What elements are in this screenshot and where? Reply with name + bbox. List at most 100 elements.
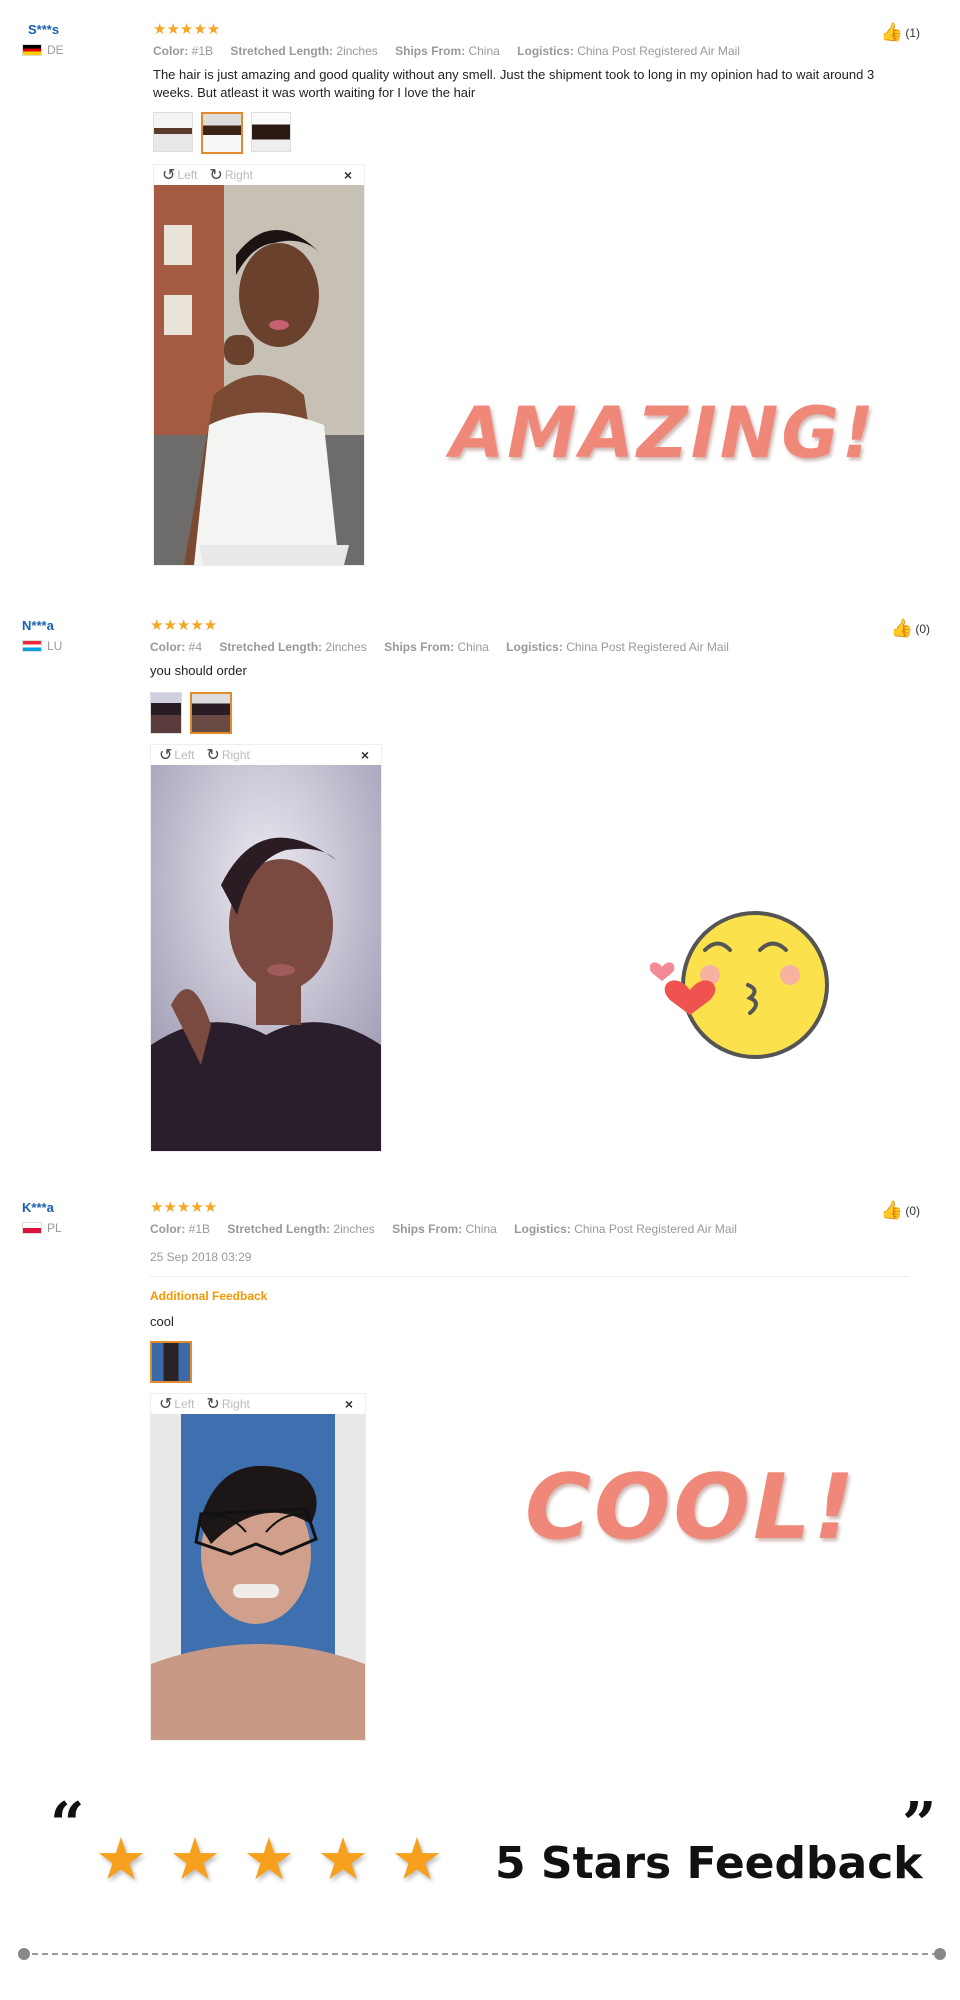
- sku-attributes: Color: #1B Stretched Length: 2inches Shi…: [150, 1222, 910, 1236]
- review-text: you should order: [150, 663, 247, 678]
- logistics-value: China Post Registered Air Mail: [574, 1222, 737, 1236]
- flag-pl-icon: [22, 1222, 42, 1234]
- flag-de-icon: [22, 44, 42, 56]
- ships-value: China: [465, 1222, 497, 1236]
- star-icon: ★: [169, 1827, 221, 1892]
- photo-viewer: ↺ Left ↻ Right ×: [150, 744, 382, 1152]
- rotate-left-button[interactable]: ↺ Left: [159, 745, 194, 765]
- star-rating: ★★★★★: [150, 1199, 218, 1216]
- reviewer-country: LU: [22, 639, 62, 653]
- banner-title: 5 Stars Feedback: [495, 1838, 923, 1889]
- color-label: Color:: [150, 1222, 186, 1236]
- ships-label: Ships From:: [395, 44, 466, 58]
- close-viewer-button[interactable]: ×: [345, 1396, 353, 1412]
- five-star-banner: “ ★ ★ ★ ★ ★ 5 Stars Feedback ”: [0, 1790, 960, 1920]
- rotate-right-icon: ↻: [209, 167, 223, 184]
- reviewer-info: S***s DE: [22, 22, 64, 57]
- reviewer-name: N***a: [22, 618, 54, 633]
- divider-dot-right: [934, 1948, 946, 1960]
- divider: [150, 1276, 910, 1277]
- photo-viewer: ↺ Left ↻ Right ×: [150, 1393, 366, 1741]
- color-label: Color:: [153, 44, 189, 58]
- star-icon: ★: [391, 1827, 443, 1892]
- reviewer-info: N***a LU: [22, 618, 62, 653]
- helpful-count: (0): [915, 621, 930, 636]
- length-value: 2inches: [325, 640, 367, 654]
- logistics-label: Logistics:: [506, 640, 563, 654]
- star-rating: ★★★★★: [153, 21, 221, 38]
- rotate-right-icon: ↻: [206, 747, 220, 764]
- length-label: Stretched Length:: [219, 640, 323, 654]
- rotate-right-label: Right: [224, 168, 253, 182]
- length-label: Stretched Length:: [227, 1222, 331, 1236]
- photo-thumbnails: [153, 112, 913, 154]
- kiss-emoji-graphic: [649, 911, 829, 1059]
- divider-dot-left: [18, 1948, 30, 1960]
- star-rating: ★★★★★: [150, 617, 218, 634]
- ships-label: Ships From:: [392, 1222, 463, 1236]
- rotate-left-label: Left: [174, 748, 195, 762]
- photo-thumbnail-selected[interactable]: [190, 692, 232, 734]
- rotate-right-label: Right: [221, 1397, 250, 1411]
- viewer-toolbar: ↺ Left ↻ Right ×: [151, 1394, 365, 1414]
- rotate-left-label: Left: [174, 1397, 195, 1411]
- review-body: ★★★★★ Color: #4 Stretched Length: 2inche…: [150, 618, 910, 1152]
- photo-thumbnail[interactable]: [150, 692, 182, 734]
- photo-thumbnails: [150, 1341, 910, 1383]
- rotate-right-button[interactable]: ↻ Right: [206, 1394, 249, 1414]
- photo-thumbnail[interactable]: [153, 112, 193, 152]
- reviewer-name: K***a: [22, 1200, 54, 1215]
- star-icon: ★: [95, 1827, 147, 1892]
- review-date: 25 Sep 2018 03:29: [150, 1250, 252, 1264]
- ships-label: Ships From:: [384, 640, 455, 654]
- close-viewer-button[interactable]: ×: [361, 747, 369, 763]
- star-icon: ★: [243, 1827, 295, 1892]
- open-quote: “: [50, 1790, 85, 1860]
- length-value: 2inches: [336, 44, 378, 58]
- logistics-value: China Post Registered Air Mail: [566, 640, 729, 654]
- logistics-label: Logistics:: [514, 1222, 571, 1236]
- length-label: Stretched Length:: [230, 44, 334, 58]
- photo-viewer: ↺ Left ↻ Right ×: [153, 164, 365, 566]
- length-value: 2inches: [333, 1222, 375, 1236]
- kiss-emoji-icon: [649, 905, 830, 1065]
- rotate-right-button[interactable]: ↻ Right: [209, 165, 252, 185]
- logistics-value: China Post Registered Air Mail: [577, 44, 740, 58]
- rotate-left-icon: ↺: [162, 167, 176, 184]
- review-photo-graphic: [151, 765, 381, 1151]
- amazing-overlay-text: AMAZING!: [450, 392, 877, 474]
- review-photo-graphic: [154, 185, 364, 565]
- photo-thumbnail-selected[interactable]: [201, 112, 243, 154]
- color-value: #4: [188, 640, 203, 654]
- banner-stars: ★ ★ ★ ★ ★: [95, 1830, 443, 1890]
- rotate-right-button[interactable]: ↻ Right: [206, 745, 249, 765]
- close-quote: ”: [902, 1790, 937, 1860]
- review-photo-graphic: [151, 1414, 365, 1740]
- ships-value: China: [468, 44, 500, 58]
- cool-overlay-text: COOL!: [525, 1455, 858, 1560]
- rotate-left-icon: ↺: [159, 1396, 173, 1413]
- photo-thumbnails: [150, 692, 910, 734]
- rotate-right-label: Right: [221, 748, 250, 762]
- additional-feedback-label: Additional Feedback: [150, 1289, 268, 1303]
- reviewer-country: PL: [22, 1221, 62, 1235]
- review-photo: [154, 185, 364, 565]
- reviewer-name: S***s: [28, 22, 60, 37]
- review-body: ★★★★★ Color: #1B Stretched Length: 2inch…: [153, 22, 913, 566]
- rotate-left-button[interactable]: ↺ Left: [159, 1394, 194, 1414]
- photo-thumbnail[interactable]: [251, 112, 291, 152]
- logistics-label: Logistics:: [517, 44, 574, 58]
- rotate-right-icon: ↻: [206, 1396, 220, 1413]
- ships-value: China: [457, 640, 489, 654]
- color-value: #1B: [191, 44, 214, 58]
- rotate-left-button[interactable]: ↺ Left: [162, 165, 197, 185]
- country-code: PL: [47, 1221, 62, 1235]
- review-text: cool: [150, 1314, 174, 1329]
- close-viewer-button[interactable]: ×: [344, 167, 352, 183]
- country-code: LU: [47, 639, 63, 653]
- viewer-toolbar: ↺ Left ↻ Right ×: [154, 165, 364, 185]
- photo-thumbnail-selected[interactable]: [150, 1341, 192, 1383]
- review-text: The hair is just amazing and good qualit…: [153, 67, 875, 100]
- reviewer-info: K***a PL: [22, 1200, 62, 1235]
- sku-attributes: Color: #1B Stretched Length: 2inches Shi…: [153, 44, 913, 58]
